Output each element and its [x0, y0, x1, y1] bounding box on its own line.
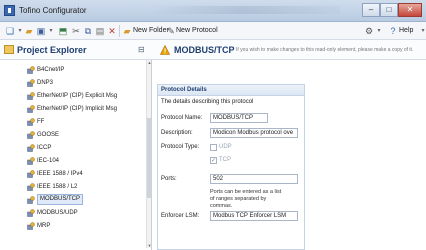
tree-item-label: FF	[37, 119, 45, 125]
project-explorer-title: Project Explorer	[17, 45, 87, 55]
app-logo-icon	[4, 5, 15, 16]
protocol-name-label: Protocol Name:	[161, 115, 203, 121]
protocol-icon	[27, 144, 35, 152]
tree-item[interactable]: DNP3	[27, 78, 142, 88]
tree-item[interactable]: IEEE 1588 / L2	[27, 182, 142, 192]
ports-label: Ports:	[161, 176, 177, 182]
protocol-icon	[27, 209, 35, 217]
tree-item[interactable]: GOOSE	[27, 130, 142, 140]
main-toolbar: ❏ ▾ ▰ ▣ ▾ ⬒ ✂ ⧉ ▤ ✕ ▰ New Folder ✎ New P…	[0, 22, 426, 40]
new-protocol-icon[interactable]: ✎	[166, 26, 176, 36]
folder-icon	[4, 45, 14, 54]
protocol-tree: B4Cnet/IP DNP3 EtherNet/IP (CIP) Explicit …	[0, 60, 146, 250]
explorer-scrollbar[interactable]: ▲ ▼	[146, 60, 152, 248]
section-header[interactable]: Protocol Details	[158, 85, 304, 96]
project-explorer-header: Project Explorer ⊟	[0, 40, 152, 60]
toolbar-separator	[119, 25, 120, 37]
export-icon[interactable]: ⬒	[58, 26, 68, 36]
protocol-icon	[27, 157, 35, 165]
tree-item[interactable]: EtherNet/IP (CIP) Explicit Msg	[27, 91, 142, 101]
new-folder-button[interactable]: New Folder	[133, 27, 169, 34]
tree-item-label: ICCP	[37, 145, 52, 151]
tree-item[interactable]: B4Cnet/IP	[27, 65, 142, 75]
cut-icon[interactable]: ✂	[71, 26, 81, 36]
protocol-icon	[27, 79, 35, 87]
protocol-icon	[27, 92, 35, 100]
title-bar: Tofino Configurator – □ ✕	[0, 0, 426, 22]
tree-item[interactable]: EtherNet/IP (CIP) Implicit Msg	[27, 104, 142, 114]
description-field[interactable]: Modicon Modbus protocol ove	[210, 128, 298, 138]
enforcer-lsm-field[interactable]: Modbus TCP Enforcer LSM	[210, 211, 298, 221]
minimize-button[interactable]: –	[362, 3, 380, 17]
protocol-icon	[27, 222, 35, 230]
tree-item-label: EtherNet/IP (CIP) Explicit Msg	[37, 93, 118, 99]
tcp-checkbox-box[interactable]: ✓	[210, 157, 217, 164]
protocol-name-field[interactable]: MODBUS/TCP	[210, 113, 268, 123]
window-title: Tofino Configurator	[19, 6, 87, 15]
ports-help-text: Ports can be entered as a list of ranges…	[210, 189, 282, 209]
tree-item[interactable]: IEEE 1588 / IPv4	[27, 169, 142, 179]
protocol-icon	[27, 170, 35, 178]
editor-header: MODBUS/TCP If you wish to make changes t…	[152, 40, 426, 60]
protocol-type-label: Protocol Type:	[161, 144, 200, 150]
read-only-note: If you wish to make changes to this read…	[236, 47, 414, 53]
tree-item-label: IEEE 1588 / IPv4	[37, 171, 83, 177]
description-label: Description:	[161, 130, 193, 136]
warning-icon	[160, 45, 170, 55]
tree-item-label: EtherNet/IP (CIP) Implicit Msg	[37, 106, 117, 112]
open-folder-icon[interactable]: ▰	[24, 26, 34, 36]
maximize-button[interactable]: □	[380, 3, 398, 17]
tools-icon[interactable]: ⚙	[364, 26, 374, 36]
protocol-details-section: Protocol Details The details describing …	[157, 84, 305, 250]
tree-item[interactable]: MODBUS/UDP	[27, 208, 142, 218]
ports-field[interactable]: 502	[210, 174, 298, 184]
protocol-icon	[27, 131, 35, 139]
help-dropdown-icon[interactable]: ▾	[418, 26, 426, 36]
udp-label: UDP	[219, 144, 232, 150]
tree-item-label: DNP3	[37, 80, 54, 86]
tree-item[interactable]: MRP	[27, 221, 142, 231]
save-icon[interactable]: ▣	[36, 26, 46, 36]
new-protocol-button[interactable]: New Protocol	[176, 27, 218, 34]
window-controls: – □ ✕	[362, 3, 422, 17]
help-icon[interactable]: ?	[388, 26, 398, 36]
enforcer-lsm-label: Enforcer LSM:	[161, 213, 200, 219]
tools-dropdown-icon[interactable]: ▾	[374, 26, 384, 36]
section-title: Protocol Details	[161, 87, 207, 93]
tree-item-label: MRP	[37, 223, 51, 229]
project-explorer-panel: Project Explorer ⊟ B4Cnet/IP DNP3 EtherNet…	[0, 40, 152, 250]
delete-icon[interactable]: ▤	[95, 26, 105, 36]
copy-icon[interactable]: ⧉	[83, 26, 93, 36]
protocol-icon	[27, 66, 35, 74]
tree-item[interactable]: IEC-104	[27, 156, 142, 166]
tree-item[interactable]: ICCP	[27, 143, 142, 153]
tree-item-label: MODBUS/UDP	[37, 210, 78, 216]
new-folder-icon[interactable]: ▰	[122, 26, 132, 36]
protocol-icon	[27, 196, 35, 204]
editor-title: MODBUS/TCP	[174, 45, 235, 55]
protocol-icon	[27, 183, 35, 191]
new-file-icon[interactable]: ❏	[5, 26, 15, 36]
collapse-icon[interactable]: ⊟	[138, 45, 145, 54]
tree-item-label: GOOSE	[37, 132, 60, 138]
tcp-label: TCP	[219, 157, 231, 163]
tree-item-label: MODBUS/TCP	[37, 194, 84, 205]
title-bar-blur	[150, 6, 340, 14]
remove-icon[interactable]: ✕	[107, 26, 117, 36]
tree-item-label: IEC-104	[37, 158, 60, 164]
tree-item[interactable]: FF	[27, 117, 142, 127]
close-button[interactable]: ✕	[398, 3, 422, 17]
tree-item[interactable]: MODBUS/TCP	[27, 194, 142, 205]
udp-checkbox-box[interactable]	[210, 144, 217, 151]
save-dropdown-icon[interactable]: ▾	[46, 26, 56, 36]
section-description: The details describing this protocol	[161, 99, 254, 105]
protocol-icon	[27, 118, 35, 126]
tree-item-label: B4Cnet/IP	[37, 67, 65, 73]
protocol-icon	[27, 105, 35, 113]
help-button[interactable]: Help	[399, 27, 413, 34]
tree-item-label: IEEE 1588 / L2	[37, 184, 78, 190]
